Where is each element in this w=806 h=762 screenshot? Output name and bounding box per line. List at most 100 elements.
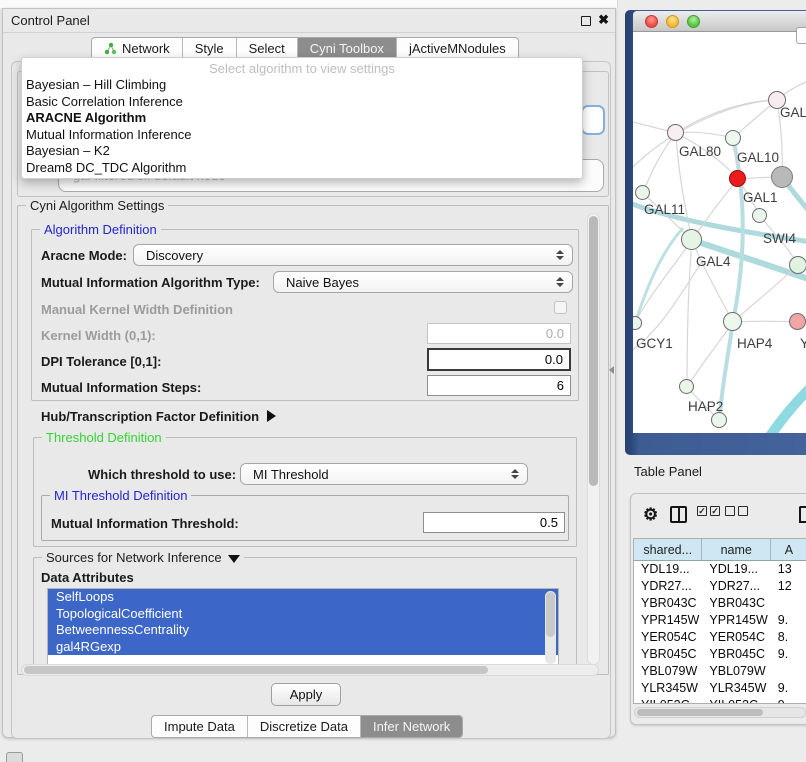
scrollbar-thumb[interactable] xyxy=(546,592,555,637)
list-vertical-scrollbar[interactable] xyxy=(545,591,556,664)
node-gal11[interactable] xyxy=(635,185,650,200)
apply-button[interactable]: Apply xyxy=(271,683,341,706)
table-horizontal-scrollbar[interactable] xyxy=(634,707,806,718)
mi-steps-label: Mutual Information Steps: xyxy=(41,380,201,395)
node-gal4[interactable] xyxy=(681,229,702,250)
node-gal80[interactable] xyxy=(667,124,684,141)
float-window-icon[interactable] xyxy=(581,16,591,26)
tab-discretize-data-label: Discretize Data xyxy=(260,719,348,734)
algorithm-dropdown-popup: Select algorithm to view settings Bayesi… xyxy=(21,57,583,179)
kernel-width-field[interactable]: 0.0 xyxy=(427,323,571,344)
algorithm-option-aracne[interactable]: ARACNE Algorithm xyxy=(22,110,582,127)
bottom-left-icon-fragment[interactable] xyxy=(6,752,23,762)
table-row[interactable]: YIL052CYIL052C9 xyxy=(634,697,806,704)
list-item[interactable]: TopologicalCoefficient xyxy=(48,606,558,623)
minimize-traffic-light-icon[interactable] xyxy=(666,15,679,28)
tab-impute-data[interactable]: Impute Data xyxy=(152,716,248,737)
tab-network[interactable]: Network xyxy=(92,38,183,59)
hub-definition-toggle[interactable]: Hub/Transcription Factor Definition xyxy=(41,409,276,424)
cell-name: YDR27... xyxy=(702,578,770,595)
close-traffic-light-icon[interactable] xyxy=(645,15,658,28)
mi-steps-field[interactable]: 6 xyxy=(427,375,571,396)
which-threshold-combo[interactable]: MI Threshold xyxy=(240,463,528,485)
scrollbar-thumb[interactable] xyxy=(24,666,488,674)
scrollbar-thumb[interactable] xyxy=(589,216,598,486)
control-panel-titlebar[interactable]: Control Panel ✖ xyxy=(3,9,615,33)
list-item[interactable]: SelfLoops xyxy=(48,589,558,606)
data-attributes-list[interactable]: SelfLoops TopologicalCoefficient Between… xyxy=(47,588,559,667)
top-strip xyxy=(0,0,618,8)
table-row[interactable]: YDL19...YDL19...13 xyxy=(634,561,806,578)
algorithm-option-dream8[interactable]: Dream8 DC_TDC Algorithm xyxy=(22,160,582,177)
gear-icon[interactable]: ⚙ xyxy=(643,506,658,523)
list-item[interactable]: BetweennessCentrality xyxy=(48,622,558,639)
cell-value: 9. xyxy=(771,646,806,663)
dpi-tolerance-field[interactable]: 0.0 xyxy=(427,348,571,371)
table-row[interactable]: YBL079WYBL079W xyxy=(634,663,806,680)
node-right-green[interactable] xyxy=(789,256,806,274)
hub-definition-label: Hub/Transcription Factor Definition xyxy=(41,409,259,424)
node-gal1[interactable] xyxy=(729,170,746,187)
table-row[interactable]: YER054CYER054C8. xyxy=(634,629,806,646)
scrollbar-thumb[interactable] xyxy=(637,709,763,716)
aracne-mode-combo[interactable]: Discovery xyxy=(133,244,573,266)
algorithm-option-mutual-information[interactable]: Mutual Information Inference xyxy=(22,127,582,144)
cell-name: YBR043C xyxy=(702,595,770,612)
tab-jactivemnodules[interactable]: jActiveMNodules xyxy=(397,38,518,59)
node-label: SWI4 xyxy=(763,231,796,246)
column-header-name[interactable]: name xyxy=(702,539,770,560)
node-hap4[interactable] xyxy=(723,312,742,331)
close-icon[interactable]: ✖ xyxy=(598,12,609,28)
network-tools-fragment[interactable] xyxy=(796,27,806,44)
table-row[interactable]: YLR345WYLR345W9. xyxy=(634,680,806,697)
node-label: GCY1 xyxy=(636,336,673,351)
zoom-traffic-light-icon[interactable] xyxy=(687,15,700,28)
algorithm-option-basic-correlation[interactable]: Basic Correlation Inference xyxy=(22,94,582,111)
algorithm-option-bayesian-k2[interactable]: Bayesian – K2 xyxy=(22,143,582,160)
settings-horizontal-scrollbar[interactable] xyxy=(21,664,599,676)
select-all-columns-icon[interactable]: ✓✓ xyxy=(697,506,720,516)
tab-select-label: Select xyxy=(249,41,285,56)
deselect-all-columns-icon[interactable] xyxy=(725,506,748,516)
data-attributes-label: Data Attributes xyxy=(41,570,134,585)
table-row[interactable]: YBR045CYBR045C9. xyxy=(634,646,806,663)
network-canvas[interactable]: GAL GAL80 GAL10 GAL1 GAL11 SWI4 GAL4 GCY… xyxy=(633,32,806,433)
export-table-icon-fragment[interactable] xyxy=(799,506,806,523)
mi-threshold-label: Mutual Information Threshold: xyxy=(51,516,239,531)
network-window-titlebar[interactable] xyxy=(633,11,806,32)
table-panel: ⚙ ✓✓ shared... name A YDL19...YDL19...13… xyxy=(630,493,806,725)
tab-style[interactable]: Style xyxy=(183,38,237,59)
algorithm-popup-hint: Select algorithm to view settings xyxy=(22,60,582,77)
columns-icon[interactable] xyxy=(670,506,687,523)
sources-group-title[interactable]: Sources for Network Inference xyxy=(42,550,244,565)
table-panel-title: Table Panel xyxy=(634,464,702,479)
node-hap2[interactable] xyxy=(679,379,694,394)
node-gal10[interactable] xyxy=(725,130,741,146)
node-gray[interactable] xyxy=(771,166,793,188)
tab-infer-network[interactable]: Infer Network xyxy=(361,716,462,737)
table-row[interactable]: YBR043CYBR043C xyxy=(634,595,806,612)
list-item[interactable]: gal4RGexp xyxy=(48,639,558,656)
cell-name: YLR345W xyxy=(702,680,770,697)
tab-discretize-data[interactable]: Discretize Data xyxy=(248,716,361,737)
panel-divider-grip[interactable] xyxy=(609,366,614,374)
node-salmon[interactable] xyxy=(789,313,806,330)
table-row[interactable]: YDR27...YDR27...12 xyxy=(634,578,806,595)
settings-vertical-scrollbar[interactable] xyxy=(587,213,600,665)
mi-type-combo[interactable]: Naive Bayes xyxy=(273,271,573,293)
tab-cyni-toolbox[interactable]: Cyni Toolbox xyxy=(298,38,397,59)
algorithm-combo-focus-fragment[interactable] xyxy=(581,105,605,135)
table-row[interactable]: YPR145WYPR145W9. xyxy=(634,612,806,629)
manual-kernel-checkbox[interactable] xyxy=(554,301,567,314)
mi-threshold-field[interactable]: 0.5 xyxy=(423,512,565,533)
control-panel-title: Control Panel xyxy=(11,13,90,28)
algorithm-option-bayesian-hill-climbing[interactable]: Bayesian – Hill Climbing xyxy=(22,77,582,94)
threshold-definition-title: Threshold Definition xyxy=(42,430,166,445)
tab-select[interactable]: Select xyxy=(237,38,298,59)
node-bottom-green[interactable] xyxy=(711,412,727,428)
tab-infer-network-label: Infer Network xyxy=(373,719,450,734)
cell-name: YIL052C xyxy=(702,697,770,704)
column-header-partial[interactable]: A xyxy=(771,539,806,560)
column-header-shared-name[interactable]: shared... xyxy=(634,539,702,560)
node-swi4[interactable] xyxy=(752,208,767,223)
